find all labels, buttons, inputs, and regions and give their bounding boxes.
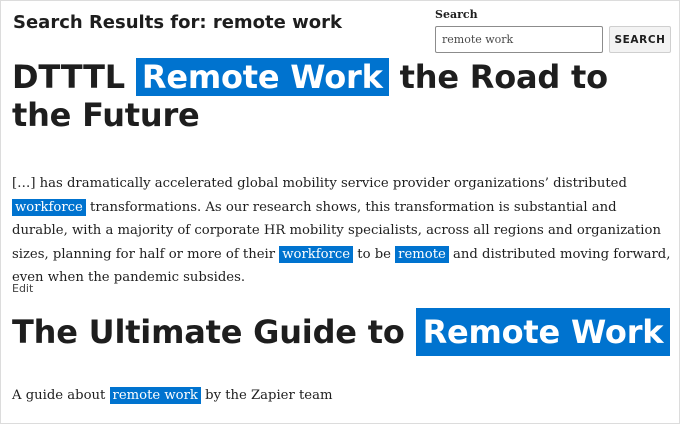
search-row: SEARCH	[435, 26, 673, 53]
title-highlight: Remote Work	[135, 58, 389, 96]
post-title-link[interactable]: DTTTL Remote Work the Road to the Future	[12, 58, 672, 134]
search-widget: Search SEARCH	[435, 8, 673, 53]
post-title-link[interactable]: The Ultimate Guide to Remote Work	[12, 308, 671, 356]
keyword-highlight: workforce	[279, 245, 354, 263]
excerpt-text: […] has dramatically accelerated global …	[12, 176, 627, 191]
search-input[interactable]	[435, 26, 603, 53]
post-excerpt: A guide about remote work by the Zapier …	[12, 386, 332, 406]
edit-link[interactable]: Edit	[12, 282, 33, 295]
title-text: DTTTL	[12, 58, 125, 96]
keyword-highlight: remote work	[109, 387, 201, 404]
keyword-highlight: remote	[395, 245, 449, 263]
keyword-highlight: workforce	[12, 198, 86, 216]
excerpt-text: A guide about	[12, 388, 106, 403]
excerpt-text: to be	[357, 246, 391, 262]
excerpt-text: by the Zapier team	[205, 388, 333, 403]
title-text: The Ultimate Guide to	[12, 313, 405, 351]
search-results-heading: Search Results for: remote work	[13, 12, 342, 33]
title-highlight: Remote Work	[415, 308, 671, 356]
post-excerpt: […] has dramatically accelerated global …	[12, 172, 676, 290]
search-label: Search	[435, 8, 478, 21]
search-button[interactable]: SEARCH	[609, 26, 671, 53]
